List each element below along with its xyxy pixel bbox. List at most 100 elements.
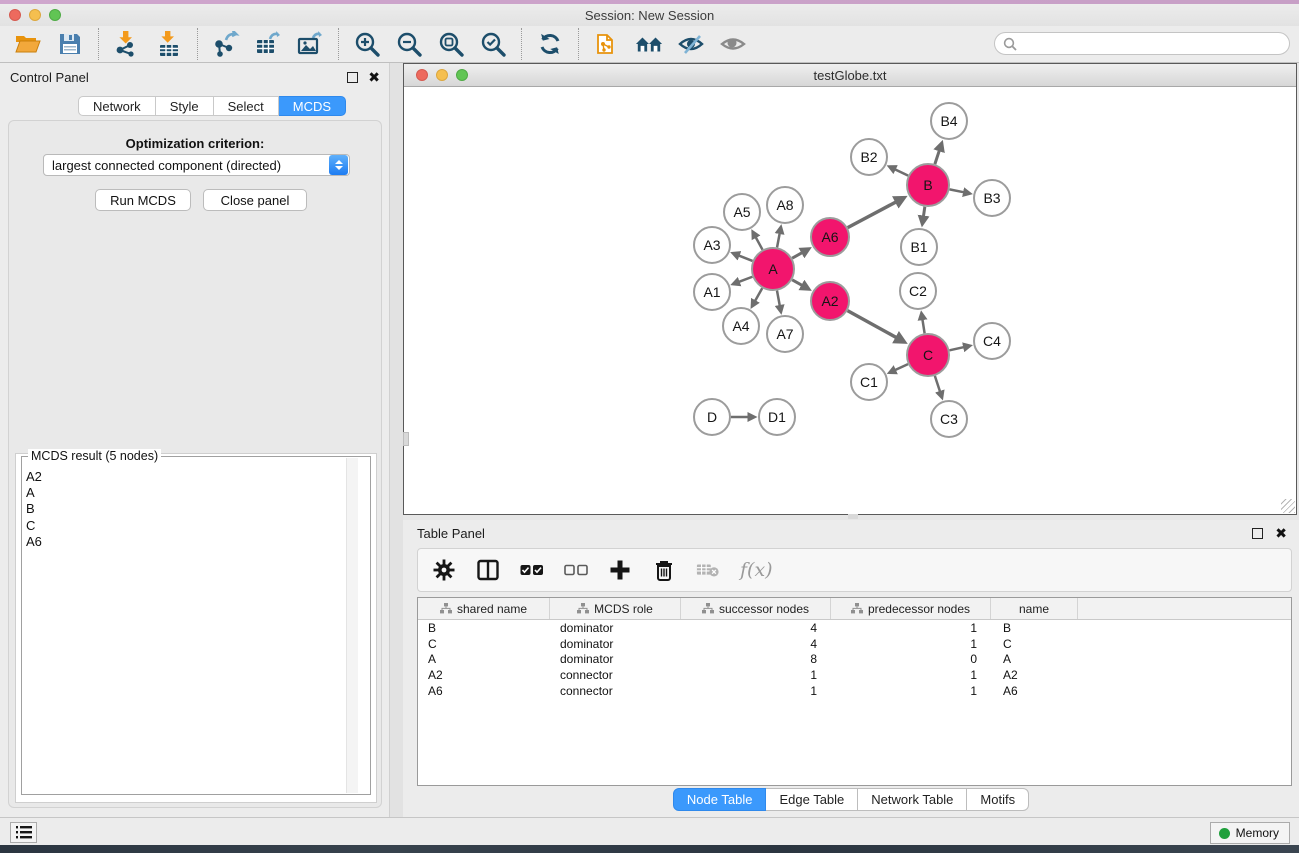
network-canvas[interactable]: AA1A2A3A4A5A6A7A8BB1B2B3B4CC1C2C3C4DD1 (404, 87, 1296, 514)
mcds-result-panel: MCDS result (5 nodes) A2ABCA6 (15, 453, 377, 803)
criterion-dropdown[interactable]: largest connected component (directed) (43, 154, 350, 176)
panel-divider[interactable] (390, 63, 403, 817)
zoom-out-icon[interactable] (395, 30, 423, 58)
tab-style[interactable]: Style (156, 96, 214, 116)
mcds-result-item[interactable]: B (26, 501, 42, 517)
tab-network[interactable]: Network (78, 96, 156, 116)
zoom-window-button[interactable] (49, 9, 61, 21)
deselect-all-icon[interactable] (564, 558, 588, 582)
column-label: predecessor nodes (868, 602, 970, 616)
mcds-result-item[interactable]: A6 (26, 534, 42, 550)
trash-icon[interactable] (652, 558, 676, 582)
graph-edge-B-B4[interactable] (935, 150, 940, 164)
close-panel-button[interactable]: Close panel (203, 189, 307, 211)
export-image-icon[interactable] (296, 30, 324, 58)
table-row[interactable]: A2connector11A2 (418, 667, 1291, 683)
graph-edge-A-A3[interactable] (739, 255, 753, 261)
export-table-icon[interactable] (254, 30, 282, 58)
column-header-shared-name[interactable]: shared name (418, 598, 550, 619)
graph-edge-B-B1[interactable] (923, 207, 924, 217)
graph-node-label-A1: A1 (703, 284, 720, 300)
zoom-selected-icon[interactable] (479, 30, 507, 58)
task-history-button[interactable] (10, 822, 37, 843)
mcds-list-scrollbar[interactable] (346, 458, 358, 793)
hierarchy-icon (440, 603, 452, 614)
hide-eye-icon[interactable] (677, 30, 705, 58)
close-panel-icon[interactable]: ✖ (368, 72, 380, 83)
import-network-icon[interactable] (113, 30, 141, 58)
graph-edge-A6-B[interactable] (848, 202, 897, 228)
mcds-result-title: MCDS result (5 nodes) (28, 449, 161, 463)
duplicate-network-icon[interactable] (593, 30, 621, 58)
zoom-fit-icon[interactable] (437, 30, 465, 58)
column-header-predecessor-nodes[interactable]: predecessor nodes (831, 598, 991, 619)
home-layout-icon[interactable] (635, 30, 663, 58)
table-row[interactable]: Adominator80A (418, 651, 1291, 667)
graph-node-label-D: D (707, 409, 717, 425)
column-header-successor-nodes[interactable]: successor nodes (681, 598, 831, 619)
export-network-icon[interactable] (212, 30, 240, 58)
graph-edge-A2-C[interactable] (848, 311, 897, 338)
graph-edge-A-A7[interactable] (777, 291, 780, 306)
resize-grip-icon[interactable] (1281, 499, 1295, 513)
run-mcds-button[interactable]: Run MCDS (95, 189, 191, 211)
show-eye-icon[interactable] (719, 30, 747, 58)
graph-edge-A-A4[interactable] (755, 288, 762, 301)
select-all-checked-icon[interactable] (520, 558, 544, 582)
graph-edge-B-B2[interactable] (895, 169, 908, 175)
tab-node-table[interactable]: Node Table (673, 788, 767, 811)
graph-edge-A-A1[interactable] (739, 277, 753, 282)
mcds-result-list[interactable]: A2ABCA6 (26, 469, 42, 550)
search-field[interactable] (994, 32, 1290, 55)
tab-mcds[interactable]: MCDS (279, 96, 346, 116)
table-row[interactable]: Cdominator41C (418, 636, 1291, 652)
search-input[interactable] (1017, 37, 1267, 51)
function-builder-icon[interactable]: f(x) (740, 559, 773, 581)
table-cell: connector (550, 668, 681, 682)
table-row[interactable]: Bdominator41B (418, 620, 1291, 636)
graph-edge-C-C2[interactable] (922, 319, 924, 333)
float-panel-icon[interactable] (347, 72, 358, 83)
network-minimize-button[interactable] (436, 69, 448, 81)
gear-icon[interactable] (432, 558, 456, 582)
zoom-in-icon[interactable] (353, 30, 381, 58)
column-header-mcds-role[interactable]: MCDS role (550, 598, 681, 619)
column-header-name[interactable]: name (991, 598, 1078, 619)
table-cell: 1 (831, 637, 991, 651)
network-window-titlebar[interactable]: testGlobe.txt (404, 64, 1296, 87)
close-table-panel-icon[interactable]: ✖ (1275, 528, 1287, 539)
graph-edge-A-A8[interactable] (777, 233, 780, 247)
network-zoom-button[interactable] (456, 69, 468, 81)
graph-edge-A-A5[interactable] (756, 237, 763, 250)
tab-select[interactable]: Select (214, 96, 279, 116)
graph-edge-C-C4[interactable] (949, 347, 964, 350)
close-window-button[interactable] (9, 9, 21, 21)
graph-edge-B-B3[interactable] (950, 189, 965, 192)
import-table-icon[interactable] (155, 30, 183, 58)
add-row-icon[interactable] (608, 558, 632, 582)
delete-table-icon[interactable] (696, 558, 720, 582)
float-table-panel-icon[interactable] (1252, 528, 1263, 539)
minimize-window-button[interactable] (29, 9, 41, 21)
mcds-result-item[interactable]: A2 (26, 469, 42, 485)
graph-node-label-C1: C1 (860, 374, 878, 390)
network-close-button[interactable] (416, 69, 428, 81)
columns-icon[interactable] (476, 558, 500, 582)
table-cell: C (418, 637, 550, 651)
tab-network-table[interactable]: Network Table (858, 788, 967, 811)
tab-edge-table[interactable]: Edge Table (766, 788, 858, 811)
graph-edge-C-C1[interactable] (895, 364, 908, 370)
graph-node-label-A: A (768, 261, 778, 277)
table-row[interactable]: A6connector11A6 (418, 683, 1291, 699)
refresh-icon[interactable] (536, 30, 564, 58)
mcds-result-item[interactable]: A (26, 485, 42, 501)
graph-edge-C-C3[interactable] (935, 376, 940, 392)
open-file-icon[interactable] (14, 30, 42, 58)
memory-button[interactable]: Memory (1210, 822, 1290, 844)
tab-motifs[interactable]: Motifs (967, 788, 1029, 811)
graph-edge-A-A2[interactable] (792, 280, 802, 286)
mcds-result-item[interactable]: C (26, 518, 42, 534)
graph-edge-A-A6[interactable] (792, 252, 802, 258)
save-session-icon[interactable] (56, 30, 84, 58)
table-cell: A6 (418, 684, 550, 698)
